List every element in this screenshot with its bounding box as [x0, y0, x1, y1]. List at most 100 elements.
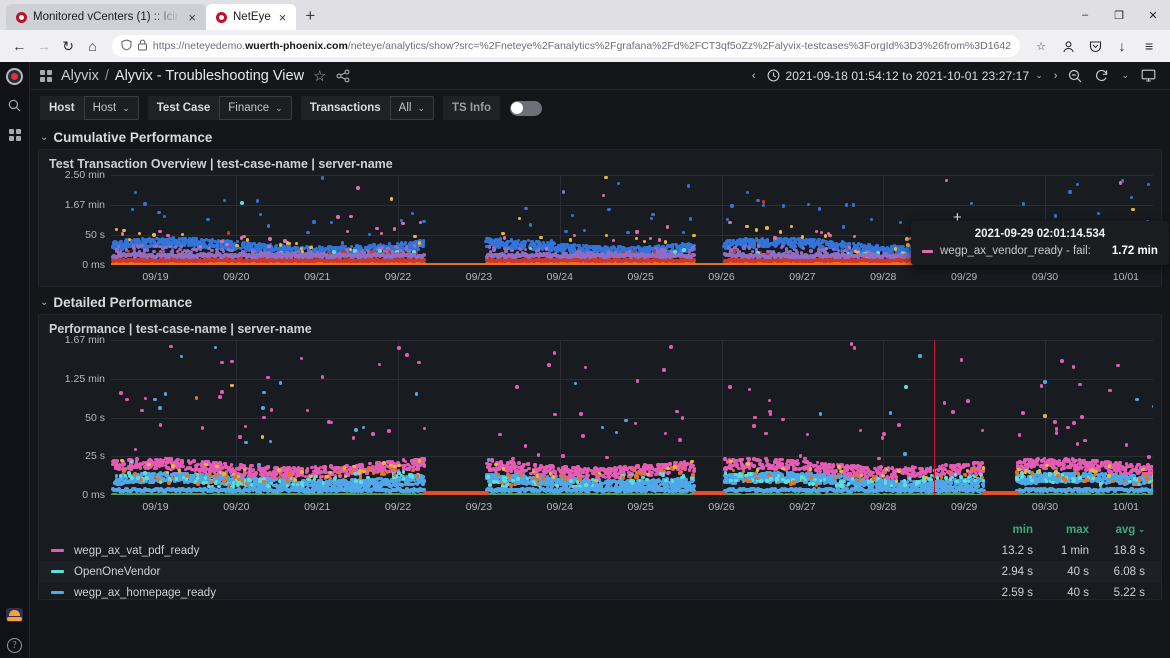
- shield-icon[interactable]: [121, 38, 132, 54]
- maximize-button[interactable]: ❐: [1102, 9, 1136, 22]
- data-point: [626, 230, 630, 234]
- data-point: [225, 242, 229, 246]
- refresh-button[interactable]: [1088, 65, 1115, 87]
- dashboards-icon[interactable]: [0, 120, 30, 150]
- data-point: [756, 199, 760, 203]
- data-point: [692, 233, 696, 237]
- data-point: [158, 229, 162, 233]
- data-point: [568, 238, 572, 242]
- time-prev-button[interactable]: ‹: [747, 70, 761, 82]
- browser-tab-1[interactable]: NetEye ×: [206, 4, 297, 30]
- grafana-logo-icon[interactable]: [0, 62, 30, 90]
- star-icon[interactable]: ☆: [313, 67, 326, 85]
- data-point: [114, 228, 119, 232]
- ts-info-toggle[interactable]: [509, 100, 542, 116]
- forward-button[interactable]: →: [32, 33, 54, 59]
- lock-icon[interactable]: [137, 39, 147, 54]
- data-point: [728, 220, 732, 225]
- row-header-cumulative-performance[interactable]: ⌄ Cumulative Performance: [30, 126, 1170, 149]
- data-point: [345, 229, 349, 234]
- data-point: [802, 241, 806, 246]
- data-point: [657, 238, 662, 242]
- data-point: [635, 236, 639, 240]
- data-point: [568, 248, 572, 252]
- address-bar[interactable]: https://neteyedemo.wuerth-phoenix.com/ne…: [111, 35, 1021, 57]
- data-point: [148, 244, 152, 248]
- close-tab-icon[interactable]: ×: [186, 11, 198, 24]
- refresh-interval-dropdown[interactable]: ⌄: [1115, 65, 1135, 87]
- data-point: [561, 190, 566, 194]
- data-point: [222, 198, 227, 203]
- reload-button[interactable]: ↻: [57, 33, 79, 59]
- test-case-select[interactable]: Finance ⌄: [219, 96, 292, 120]
- data-point: [905, 247, 909, 251]
- data-point: [607, 207, 611, 212]
- data-point: [906, 243, 910, 247]
- data-point: [841, 225, 846, 229]
- close-tab-icon[interactable]: ×: [277, 11, 289, 24]
- data-point: [235, 239, 239, 244]
- grafana-app: ? Alyvix / Alyvix - Troubleshooting View…: [0, 62, 1170, 658]
- search-icon[interactable]: [0, 90, 30, 120]
- data-point: [165, 240, 170, 244]
- data-point: [157, 210, 161, 214]
- icinga-favicon-icon: [16, 11, 27, 23]
- y-axis: 2.50 min 1.67 min 50 s0 ms: [39, 169, 111, 271]
- time-range-picker[interactable]: 2021-09-18 01:54:12 to 2021-10-01 23:27:…: [761, 69, 1049, 83]
- user-avatar-icon[interactable]: [0, 600, 30, 630]
- chevron-down-icon: ⌄: [122, 102, 130, 113]
- zoom-out-button[interactable]: [1062, 65, 1088, 87]
- data-point: [259, 212, 263, 216]
- minimize-button[interactable]: –: [1068, 9, 1102, 21]
- data-point: [283, 239, 287, 243]
- data-point: [687, 184, 691, 188]
- data-point: [278, 243, 282, 247]
- data-point: [651, 212, 655, 217]
- data-point: [1120, 179, 1125, 183]
- data-point: [375, 226, 379, 230]
- data-point: [509, 238, 513, 242]
- data-point: [143, 202, 147, 206]
- host-select[interactable]: Host ⌄: [83, 96, 139, 120]
- close-window-button[interactable]: ✕: [1136, 9, 1170, 22]
- account-icon[interactable]: [1055, 33, 1081, 59]
- data-point: [889, 247, 894, 251]
- data-point: [152, 244, 157, 248]
- data-point: [309, 245, 313, 249]
- data-point: [262, 247, 267, 251]
- tv-mode-icon[interactable]: [1135, 65, 1162, 87]
- time-range-text: 2021-09-18 01:54:12 to 2021-10-01 23:27:…: [785, 68, 1030, 83]
- data-point: [312, 220, 316, 224]
- downloads-icon[interactable]: ↓: [1109, 33, 1135, 59]
- chart-cumulative[interactable]: 2.50 min 1.67 min 50 s0 ms 09/19 09/20 09/21…: [39, 169, 1169, 287]
- data-point: [421, 253, 426, 258]
- browser-tab-0[interactable]: Monitored vCenters (1) :: Icinga ×: [6, 4, 206, 30]
- data-point: [487, 245, 492, 249]
- bookmark-star-icon[interactable]: ☆: [1028, 33, 1054, 59]
- time-next-button[interactable]: ›: [1049, 70, 1063, 82]
- home-button[interactable]: ⌂: [81, 33, 103, 59]
- data-point: [404, 244, 408, 248]
- pocket-icon[interactable]: [1082, 33, 1108, 59]
- help-icon[interactable]: ?: [0, 630, 30, 658]
- data-point: [163, 214, 167, 219]
- data-point: [152, 233, 156, 237]
- transactions-select[interactable]: All ⌄: [389, 96, 434, 120]
- data-point: [779, 230, 783, 234]
- breadcrumb-folder[interactable]: Alyvix: [61, 68, 99, 84]
- share-icon[interactable]: [336, 69, 350, 83]
- data-point: [524, 206, 528, 210]
- breadcrumb: Alyvix / Alyvix - Troubleshooting View: [61, 68, 304, 84]
- data-point: [410, 211, 415, 216]
- data-point: [266, 224, 271, 228]
- back-button[interactable]: ←: [8, 33, 30, 59]
- data-point: [294, 241, 299, 246]
- data-point: [202, 241, 206, 245]
- data-point: [845, 203, 849, 207]
- grid-line: [111, 205, 1153, 206]
- data-point: [393, 227, 397, 231]
- new-tab-button[interactable]: +: [296, 6, 324, 26]
- data-point: [184, 239, 188, 243]
- browser-chrome: Monitored vCenters (1) :: Icinga × NetEy…: [0, 0, 1170, 62]
- browser-menu-icon[interactable]: ≡: [1136, 33, 1162, 59]
